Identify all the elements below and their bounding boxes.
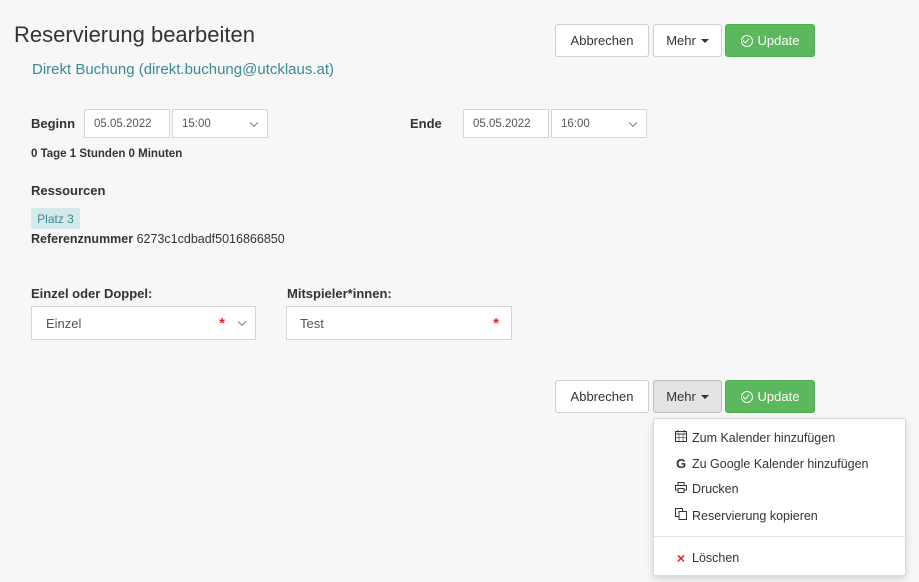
chevron-down-icon: [628, 118, 638, 127]
menu-item-label: Zum Kalender hinzufügen: [692, 430, 836, 445]
players-input[interactable]: Test *: [286, 306, 512, 340]
duration-text: 0 Tage 1 Stunden 0 Minuten: [31, 148, 183, 160]
reference-label: Referenznummer: [31, 232, 134, 246]
end-date-input[interactable]: 05.05.2022: [463, 109, 549, 138]
cancel-button-label: Abbrechen: [570, 389, 634, 404]
reference-value: 6273c1cdbadf5016866850: [136, 232, 285, 246]
caret-down-icon: [700, 38, 709, 43]
menu-item-label: Zu Google Kalender hinzufügen: [692, 456, 869, 471]
type-label: Einzel oder Doppel:: [31, 286, 153, 301]
begin-time-value: 15:00: [182, 117, 211, 130]
page-title: Reservierung bearbeiten: [14, 22, 255, 47]
chevron-down-icon: [237, 317, 247, 327]
check-circle-icon: [740, 34, 753, 47]
delete-icon: ×: [676, 550, 686, 566]
menu-item-delete[interactable]: × Löschen: [674, 550, 739, 566]
type-value: Einzel: [46, 315, 82, 331]
end-time-value: 16:00: [561, 117, 590, 130]
more-button-label: Mehr: [666, 33, 696, 48]
more-button-bottom[interactable]: Mehr: [653, 380, 722, 413]
players-label: Mitspieler*innen:: [287, 286, 392, 301]
menu-item-copy-reservation[interactable]: Reservierung kopieren: [674, 508, 818, 523]
reference-number: Referenznummer 6273c1cdbadf5016866850: [31, 232, 285, 246]
update-button-top[interactable]: Update: [725, 24, 815, 57]
resource-badge: Platz 3: [31, 208, 80, 229]
cancel-button-bottom[interactable]: Abbrechen: [555, 380, 649, 413]
menu-divider: [654, 536, 905, 537]
caret-down-icon: [700, 394, 709, 399]
begin-date-input[interactable]: 05.05.2022: [84, 109, 170, 138]
end-time-select[interactable]: 16:00: [551, 109, 647, 138]
begin-time-select[interactable]: 15:00: [172, 109, 268, 138]
required-mark: *: [493, 315, 499, 332]
google-icon: G: [675, 456, 687, 471]
calendar-icon: [674, 430, 688, 445]
required-mark: *: [219, 315, 225, 332]
players-value: Test: [300, 315, 324, 331]
more-button-label: Mehr: [666, 389, 696, 404]
begin-date-value: 05.05.2022: [94, 117, 152, 130]
check-circle-icon: [740, 390, 753, 403]
copy-icon: [674, 508, 688, 523]
begin-label: Beginn: [31, 116, 76, 131]
update-button-label: Update: [757, 33, 800, 48]
cancel-button-top[interactable]: Abbrechen: [555, 24, 649, 57]
type-select[interactable]: Einzel *: [31, 306, 256, 340]
resources-label: Ressourcen: [31, 183, 106, 198]
page-subtitle: Direkt Buchung (direkt.buchung@utcklaus.…: [32, 61, 335, 78]
menu-item-add-calendar[interactable]: Zum Kalender hinzufügen: [674, 430, 835, 445]
menu-item-label: Löschen: [692, 551, 740, 565]
more-button-top[interactable]: Mehr: [653, 24, 722, 57]
menu-item-label: Reservierung kopieren: [692, 508, 818, 523]
chevron-down-icon: [249, 118, 259, 127]
end-label: Ende: [410, 116, 442, 131]
update-button-label: Update: [757, 389, 800, 404]
more-dropdown-menu: Zum Kalender hinzufügen G Zu Google Kale…: [653, 418, 906, 576]
menu-item-label: Drucken: [692, 482, 739, 496]
menu-item-add-google-calendar[interactable]: G Zu Google Kalender hinzufügen: [674, 456, 869, 471]
cancel-button-label: Abbrechen: [570, 33, 634, 48]
print-icon: [674, 482, 688, 496]
update-button-bottom[interactable]: Update: [725, 380, 815, 413]
end-date-value: 05.05.2022: [473, 117, 531, 130]
menu-item-print[interactable]: Drucken: [674, 482, 739, 496]
